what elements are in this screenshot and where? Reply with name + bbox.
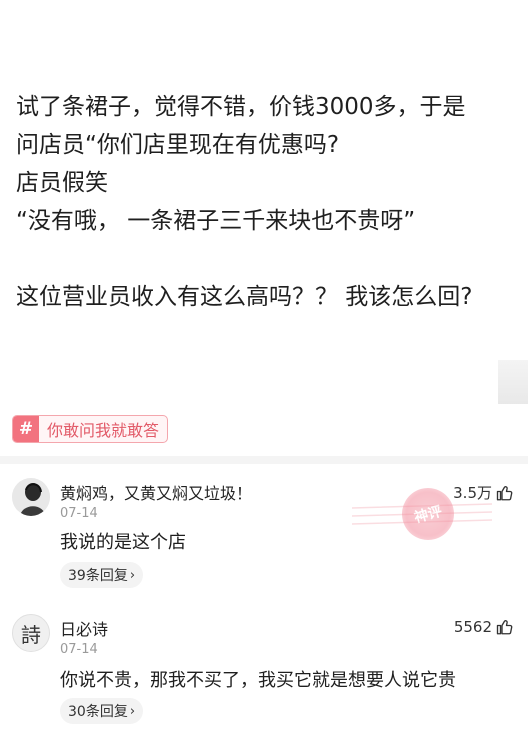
chevron-right-icon: › xyxy=(129,703,136,719)
thumbs-up-icon xyxy=(496,620,513,635)
avatar[interactable]: 詩 xyxy=(12,614,50,652)
like-count: 5562 xyxy=(453,618,492,636)
replies-button[interactable]: 30条回复 › xyxy=(60,698,144,724)
like-button[interactable]: 5562 xyxy=(454,618,514,636)
replies-label: 30条回复 xyxy=(68,704,128,720)
post-line: 店员假笑 xyxy=(16,170,108,196)
stamp-watermark: 神评 xyxy=(396,482,460,546)
comment-date: 07-14 xyxy=(60,642,98,657)
replies-button[interactable]: 39条回复 › xyxy=(60,562,144,588)
section-divider xyxy=(0,456,528,464)
comment-username[interactable]: 黄焖鸡，又黄又焖又垃圾！ xyxy=(60,480,252,504)
post-line: 这位营业员收入有这么高吗？？ 我该怎么回? xyxy=(16,284,473,310)
comment-text: 我说的是这个店 xyxy=(60,532,186,553)
chevron-right-icon: › xyxy=(129,567,136,583)
comment-username[interactable]: 日必诗 xyxy=(60,616,108,640)
hash-icon: # xyxy=(13,416,39,442)
person-silhouette-icon xyxy=(12,478,50,516)
avatar[interactable] xyxy=(12,478,50,516)
post-line: 问店员“你们店里现在有优惠吗? xyxy=(16,132,340,158)
post-line: 试了条裙子，觉得不错，价钱3000多，于是 xyxy=(16,94,466,120)
post-line: “没有哦， 一条裙子三千来块也不贵呀” xyxy=(16,208,416,234)
topic-tag-label: 你敢问我就敢答 xyxy=(47,421,160,440)
topic-tag[interactable]: # 你敢问我就敢答 xyxy=(12,415,169,443)
comment-text: 你说不贵，那我不买了，我买它就是想要人说它贵 xyxy=(60,670,456,691)
replies-label: 39条回复 xyxy=(68,568,128,584)
comment-date: 07-14 xyxy=(60,506,98,521)
watermark-image xyxy=(498,360,528,404)
thumbs-up-icon xyxy=(496,485,513,500)
post-body: 试了条裙子，觉得不错，价钱3000多，于是 问店员“你们店里现在有优惠吗? 店员… xyxy=(16,88,516,316)
poem-character-icon: 詩 xyxy=(21,622,41,647)
